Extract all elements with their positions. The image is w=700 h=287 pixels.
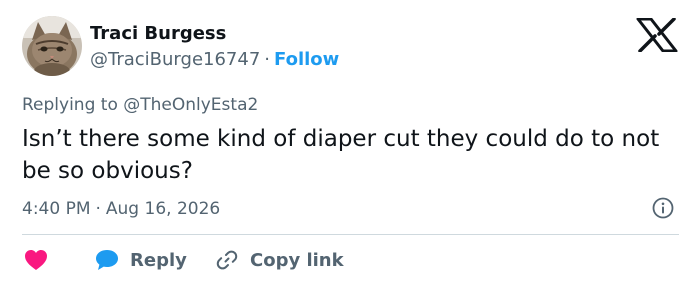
like-button[interactable] [24, 245, 48, 275]
copy-link-label: Copy link [250, 249, 344, 271]
x-logo-icon[interactable] [636, 17, 678, 53]
tweet-time: 4:40 PM [22, 199, 91, 219]
timestamp[interactable]: 4:40 PM · Aug 16, 2026 [22, 199, 220, 219]
handle-separator: · [264, 49, 271, 70]
tweet-date: Aug 16, 2026 [105, 199, 221, 219]
speech-bubble-icon [96, 250, 118, 270]
author-handle-line: @TraciBurge16747 · Follow [90, 49, 339, 70]
tweet-text: Isn’t there some kind of diaper cut they… [22, 126, 660, 184]
action-bar: Reply Copy link [0, 245, 700, 275]
info-icon[interactable] [652, 197, 674, 219]
tweet-card: Traci Burgess @TraciBurge16747 · Follow Re… [0, 0, 700, 287]
replying-handle[interactable]: @TheOnlyEsta2 [123, 95, 258, 115]
avatar[interactable] [22, 16, 82, 76]
cat-avatar-image [22, 16, 82, 76]
follow-button[interactable]: Follow [274, 49, 339, 70]
replying-to: Replying to @TheOnlyEsta2 [22, 95, 258, 115]
reply-label: Reply [130, 249, 187, 271]
copy-link-button[interactable]: Copy link [215, 245, 344, 275]
time-separator: · [95, 199, 101, 219]
heart-icon [25, 250, 47, 270]
link-icon [216, 250, 238, 270]
divider [22, 234, 679, 235]
author-handle[interactable]: @TraciBurge16747 [90, 49, 260, 70]
author-name[interactable]: Traci Burgess [90, 23, 226, 44]
reply-button[interactable]: Reply [95, 245, 187, 275]
replying-prefix: Replying to [22, 95, 118, 115]
